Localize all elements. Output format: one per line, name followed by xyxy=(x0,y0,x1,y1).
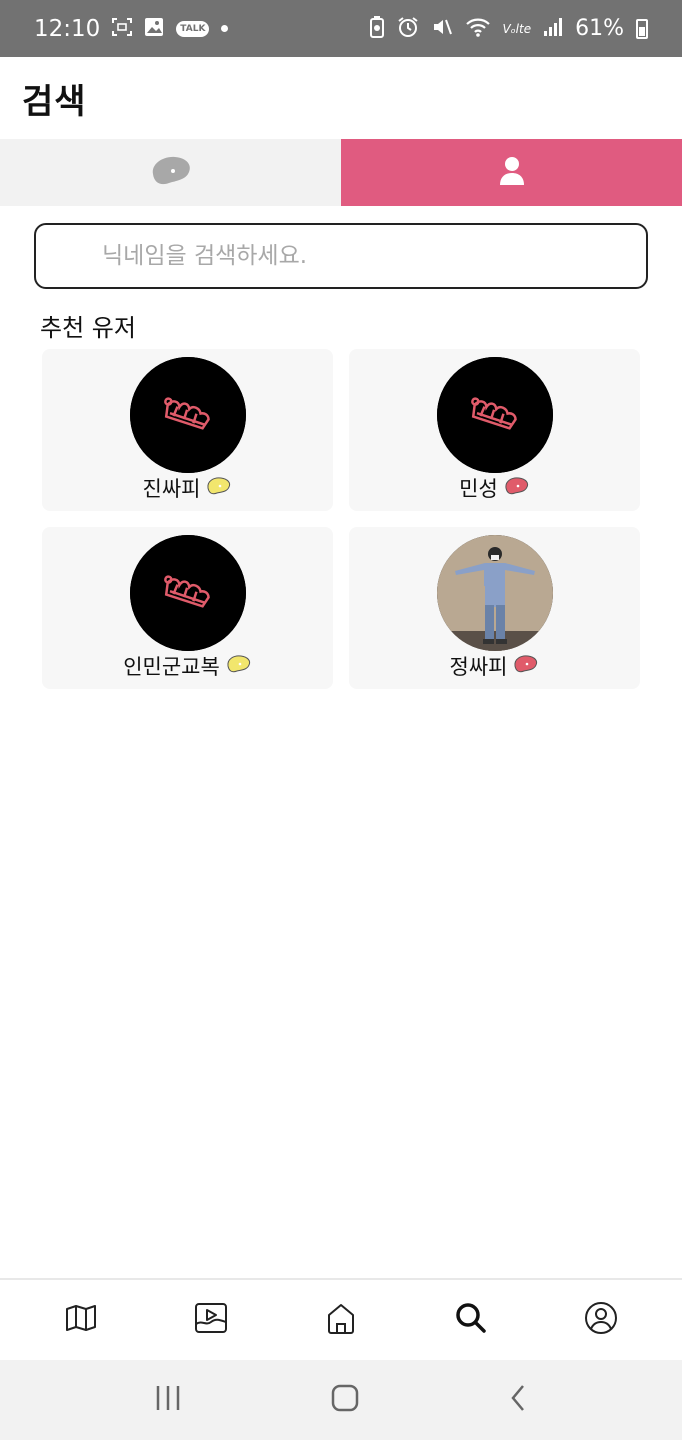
status-time: 12:10 xyxy=(34,15,101,42)
profile-icon xyxy=(584,1301,618,1339)
nav-search[interactable] xyxy=(441,1290,501,1350)
kakaotalk-icon: TALK xyxy=(176,20,210,37)
nickname-search-input[interactable] xyxy=(102,243,646,269)
page-title: 검색 xyxy=(22,81,87,122)
coffee-bean-icon xyxy=(504,476,530,500)
mute-icon xyxy=(431,16,453,42)
user-nickname: 진싸피 xyxy=(142,477,201,501)
battery-icon xyxy=(636,18,648,39)
user-card[interactable]: 진싸피 xyxy=(42,349,333,511)
user-card[interactable]: 인민군교복 xyxy=(42,527,333,689)
coffee-bean-icon xyxy=(513,654,539,678)
avatar xyxy=(437,535,553,651)
avatar xyxy=(130,535,246,651)
screenshot-icon xyxy=(112,17,133,40)
alarm-icon xyxy=(397,16,419,42)
tab-bean[interactable] xyxy=(0,139,341,206)
user-name-row: 인민군교복 xyxy=(42,651,333,681)
user-card[interactable]: 민성 xyxy=(349,349,640,511)
user-card[interactable]: 정싸피 xyxy=(349,527,640,689)
avatar xyxy=(437,357,553,473)
user-name-row: 민성 xyxy=(349,473,640,503)
notification-dot-icon xyxy=(221,25,229,32)
user-nickname: 인민군교복 xyxy=(123,655,220,679)
gallery-icon xyxy=(144,17,164,41)
nav-profile[interactable] xyxy=(571,1290,631,1350)
nav-map[interactable] xyxy=(51,1290,111,1350)
wifi-icon xyxy=(465,16,491,42)
user-nickname: 민성 xyxy=(459,477,498,501)
cafe-logo-icon xyxy=(437,357,553,473)
video-icon xyxy=(194,1302,228,1338)
bottom-nav xyxy=(0,1278,682,1360)
coffee-bean-icon xyxy=(206,476,232,500)
avatar xyxy=(130,357,246,473)
home-icon xyxy=(326,1302,356,1338)
nav-home[interactable] xyxy=(311,1290,371,1350)
user-name-row: 진싸피 xyxy=(42,473,333,503)
user-photo-icon xyxy=(437,535,553,651)
search-icon xyxy=(455,1302,487,1338)
coffee-bean-icon xyxy=(226,654,252,678)
home-button[interactable] xyxy=(330,1383,360,1417)
status-bar: 12:10 TALK Vₒlte 61% xyxy=(0,0,682,57)
nav-video[interactable] xyxy=(181,1290,241,1350)
search-box xyxy=(34,223,648,289)
coffee-bean-icon xyxy=(149,154,193,192)
volte-label: Vₒlte xyxy=(502,21,532,36)
recommended-users-title: 추천 유저 xyxy=(40,314,136,342)
cafe-logo-icon xyxy=(130,357,246,473)
app-header: 검색 xyxy=(0,57,682,139)
signal-icon xyxy=(543,17,563,41)
battery-percent: 61% xyxy=(575,16,624,41)
search-tabs xyxy=(0,139,682,206)
user-name-row: 정싸피 xyxy=(349,651,640,681)
back-button[interactable] xyxy=(508,1383,528,1417)
recent-apps-button[interactable] xyxy=(154,1384,182,1416)
system-nav-bar xyxy=(0,1360,682,1440)
cafe-logo-icon xyxy=(130,535,246,651)
battery-saver-icon xyxy=(369,15,385,42)
user-nickname: 정싸피 xyxy=(449,655,508,679)
tab-user[interactable] xyxy=(341,139,682,206)
user-icon xyxy=(498,156,526,190)
map-icon xyxy=(65,1304,97,1336)
